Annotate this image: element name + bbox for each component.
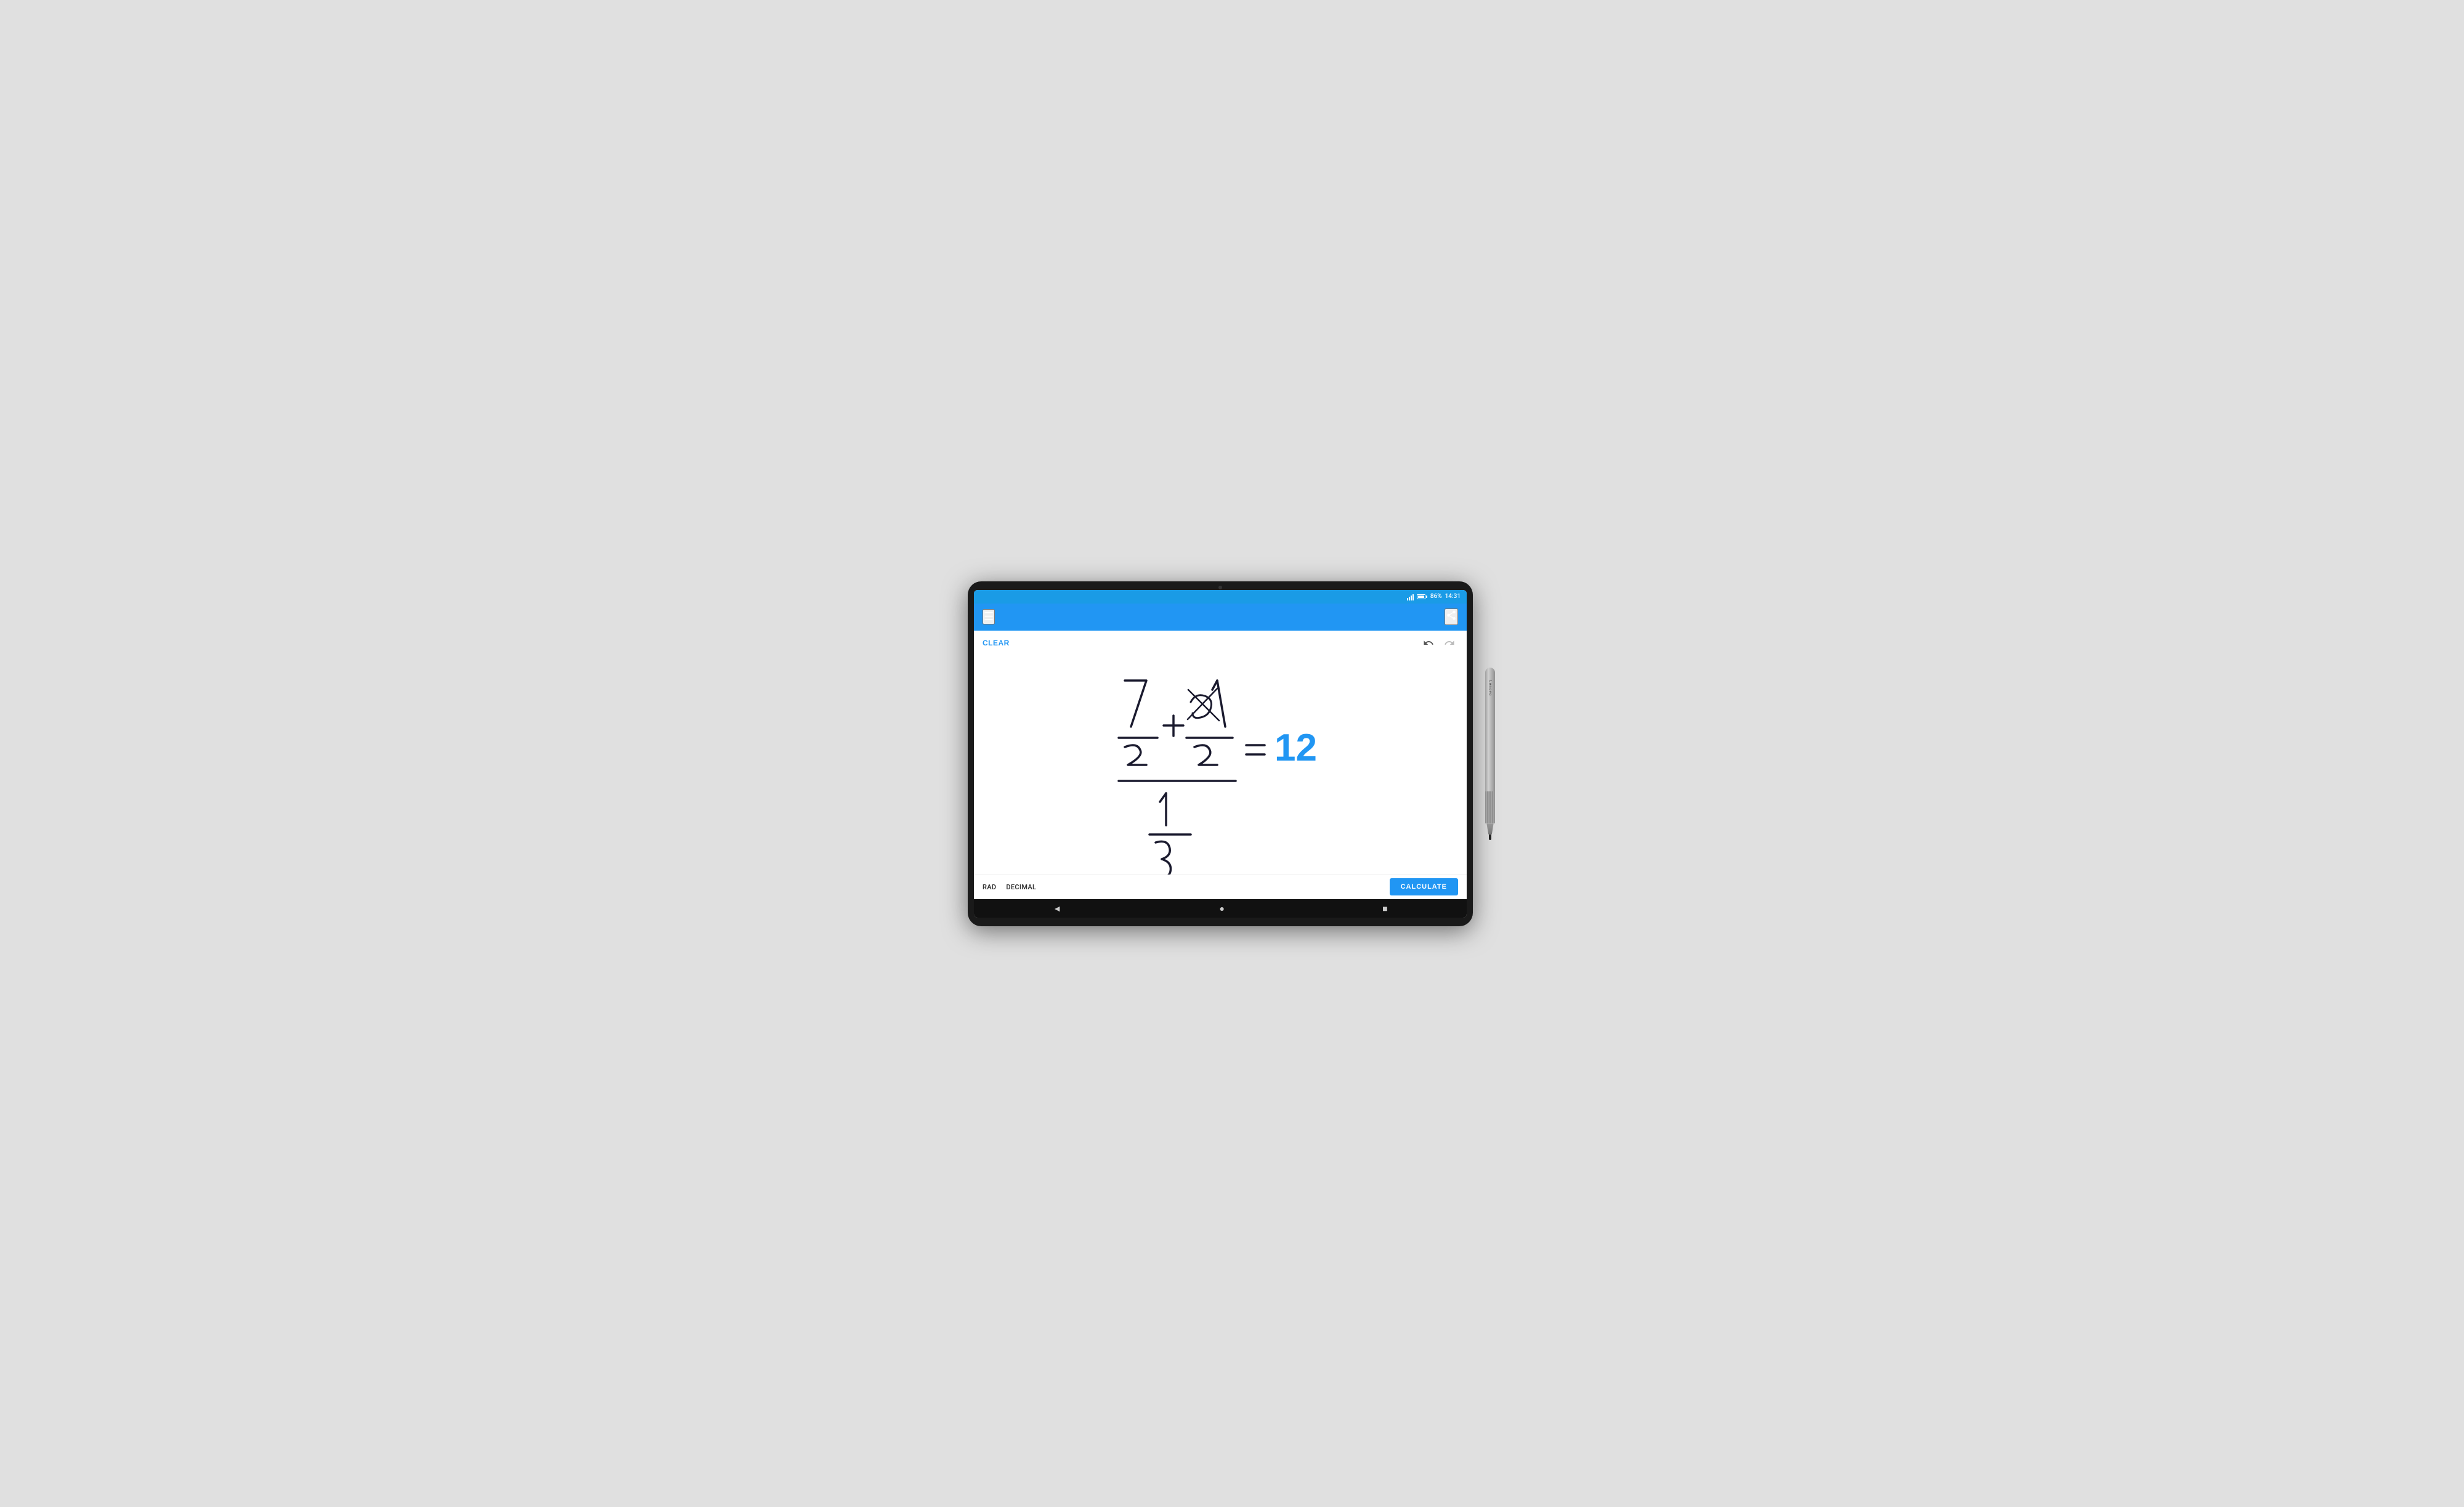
bottom-bar: RAD DECIMAL CALCULATE (974, 875, 1467, 899)
stylus-tip (1489, 834, 1491, 840)
stylus-brand: Lenovo (1488, 680, 1493, 696)
canvas-area[interactable]: 12 (974, 653, 1467, 875)
home-button[interactable]: ● (1219, 903, 1224, 913)
format-label: DECIMAL (1006, 883, 1036, 891)
tablet: 86% 14:31 ☰ CLEAR (968, 581, 1473, 926)
mode-label: RAD (983, 883, 996, 891)
share-button[interactable] (1445, 608, 1458, 625)
bottom-labels: RAD DECIMAL (983, 883, 1036, 891)
scene: 86% 14:31 ☰ CLEAR (968, 581, 1496, 926)
stylus-grip (1485, 791, 1495, 824)
undo-button[interactable] (1420, 634, 1437, 652)
clear-button[interactable]: CLEAR (983, 639, 1010, 647)
app-bar: ☰ (974, 604, 1467, 631)
battery-icon (1417, 594, 1427, 599)
battery-pct: 86% (1430, 593, 1442, 600)
stylus: Lenovo (1484, 668, 1496, 840)
tablet-screen: 86% 14:31 ☰ CLEAR (974, 590, 1467, 918)
calculate-button[interactable]: CALCULATE (1390, 878, 1458, 895)
signal-icon (1407, 593, 1414, 600)
recents-button[interactable]: ■ (1382, 903, 1387, 913)
stylus-body: Lenovo (1485, 668, 1495, 791)
clock: 14:31 (1445, 593, 1461, 600)
math-drawing: 12 (974, 653, 1467, 875)
math-svg: 12 (1060, 653, 1380, 875)
camera (1218, 586, 1222, 589)
toolbar-row: CLEAR (974, 631, 1467, 653)
content-area: CLEAR (974, 631, 1467, 899)
stylus-tip-holder (1486, 823, 1494, 834)
status-bar: 86% 14:31 (974, 590, 1467, 604)
undo-redo-group (1420, 634, 1458, 652)
svg-text:12: 12 (1275, 727, 1317, 769)
redo-button[interactable] (1441, 634, 1458, 652)
nav-bar: ◄ ● ■ (974, 899, 1467, 918)
back-button[interactable]: ◄ (1053, 903, 1061, 913)
menu-button[interactable]: ☰ (983, 609, 995, 624)
